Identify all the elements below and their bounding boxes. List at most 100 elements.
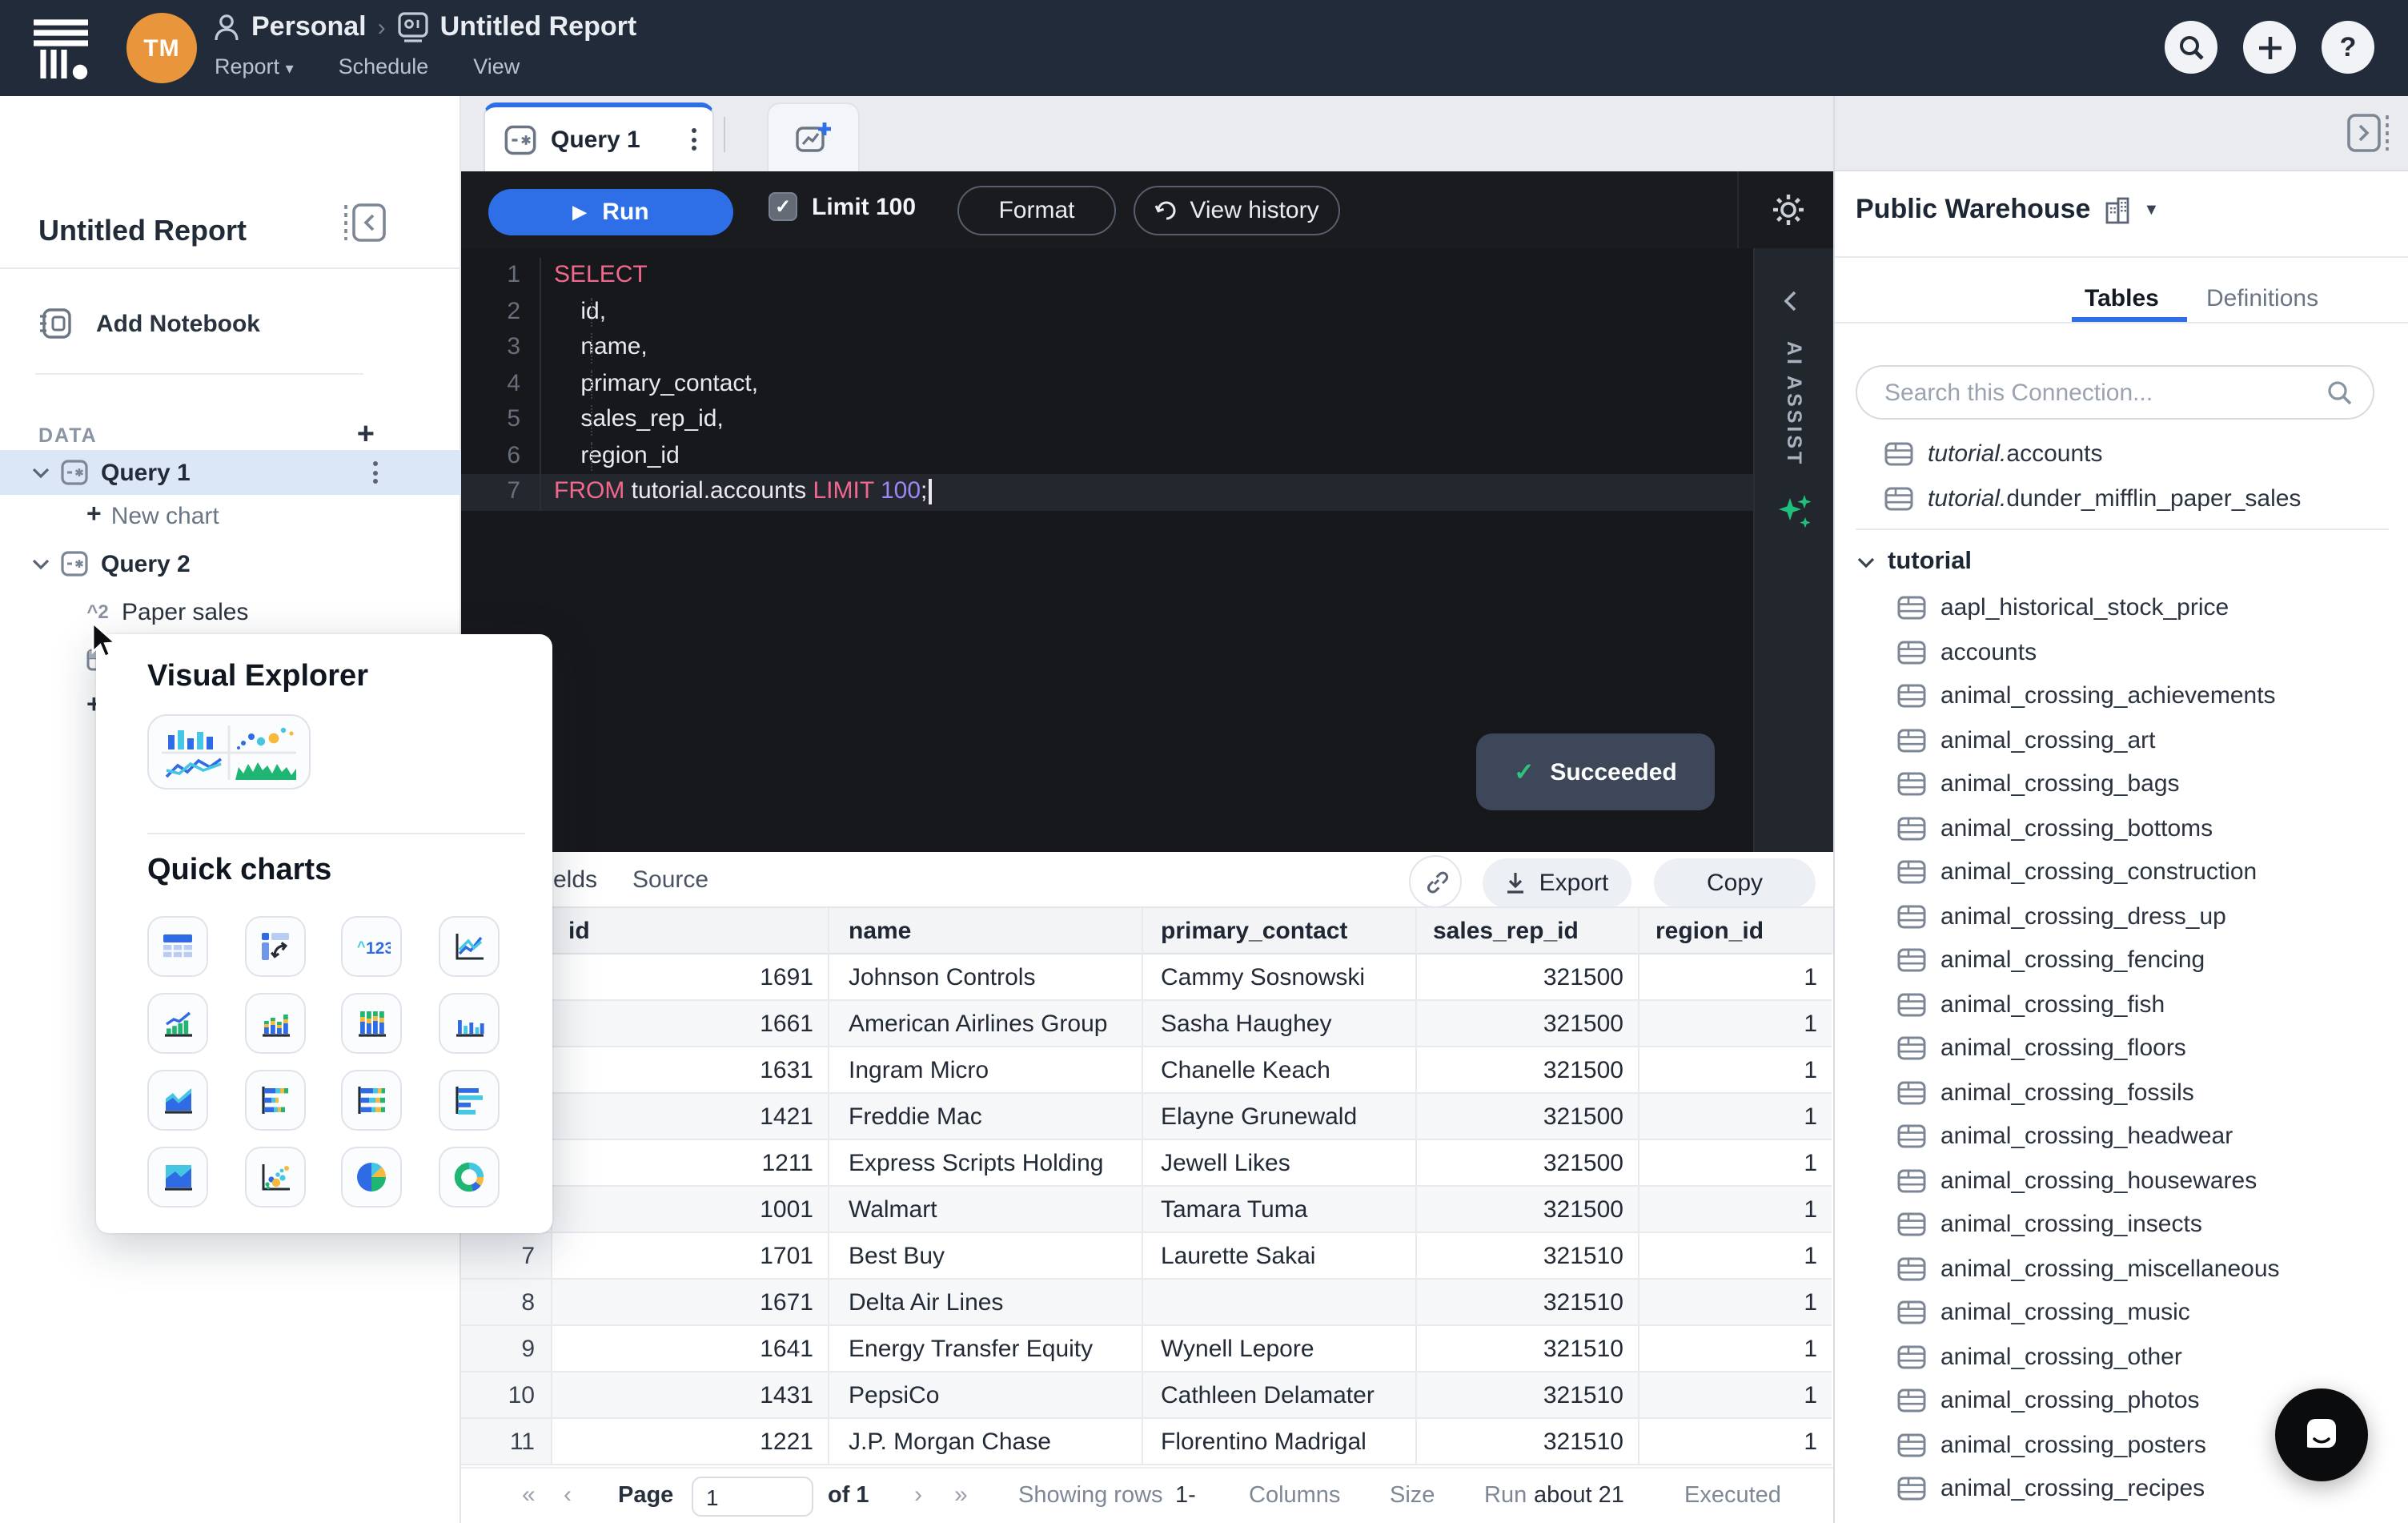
table-row[interactable]: 10 1431 PepsiCo Cathleen Delamater 321510 1	[461, 1372, 1833, 1419]
table-item-aapl_historical_stock_price[interactable]: aapl_historical_stock_price	[1835, 586, 2408, 630]
menu-report[interactable]: Report ▾	[215, 54, 294, 78]
column-header-id[interactable]: id	[552, 908, 829, 954]
limit-checkbox[interactable]: ✓	[769, 192, 797, 221]
table-item-animal_crossing_miscellaneous[interactable]: animal_crossing_miscellaneous	[1835, 1247, 2408, 1291]
new-chart-tab-button[interactable]	[767, 102, 860, 171]
query1-menu-icon[interactable]	[373, 461, 378, 484]
table-row[interactable]: 51211Express Scripts HoldingJewell Likes…	[461, 1140, 1833, 1187]
table-item-animal_crossing_housewares[interactable]: animal_crossing_housewares	[1835, 1159, 2408, 1203]
code-line[interactable]: 1 SELECT	[461, 258, 1753, 294]
column-header-region_id[interactable]: region_id	[1639, 908, 1832, 954]
last-page-button[interactable]: »	[954, 1469, 968, 1523]
table-item-animal_crossing_other[interactable]: animal_crossing_other	[1835, 1335, 2408, 1379]
chevron-down-icon[interactable]	[32, 558, 50, 569]
quick-chart-donut[interactable]	[438, 1147, 499, 1208]
quick-chart-area[interactable]	[147, 1070, 208, 1131]
menu-view[interactable]: View	[473, 54, 520, 78]
query1-new-chart-button[interactable]: + New chart	[0, 493, 461, 538]
breadcrumb-report-title[interactable]: Untitled Report	[440, 11, 637, 43]
breadcrumb-workspace[interactable]: Personal	[251, 11, 367, 43]
caret-down-icon[interactable]: ▼	[2143, 201, 2159, 219]
quick-chart-line-plus-bar[interactable]	[147, 993, 208, 1054]
search-button[interactable]	[2165, 21, 2217, 74]
table-row[interactable]: 9 1641 Energy Transfer Equity Wynell Lepore…	[461, 1326, 1833, 1372]
quick-chart-scatter[interactable]	[244, 1147, 305, 1208]
tab-menu-icon[interactable]	[692, 128, 696, 151]
code-line[interactable]: 6 region_id	[461, 438, 1753, 474]
pinned-table-item[interactable]: tutorial.dunder_mifflin_paper_sales	[1835, 476, 2408, 520]
ai-assist-panel[interactable]: AI ASSIST	[1753, 248, 1833, 852]
tab-tables[interactable]: Tables	[2085, 285, 2159, 312]
quick-chart-horizontal-bar[interactable]	[438, 1070, 499, 1131]
size-label[interactable]: Size	[1390, 1469, 1435, 1523]
table-item-animal_crossing_music[interactable]: animal_crossing_music	[1835, 1291, 2408, 1335]
tab-query1[interactable]: Query 1	[484, 102, 714, 171]
table-item-accounts[interactable]: accounts	[1835, 630, 2408, 674]
column-header-name[interactable]: name	[829, 908, 1143, 954]
next-page-button[interactable]: ›	[914, 1469, 922, 1523]
prev-page-button[interactable]: ‹	[564, 1469, 572, 1523]
quick-chart-stacked-bar[interactable]	[244, 1070, 305, 1131]
code-line[interactable]: 4 primary_contact,	[461, 366, 1753, 402]
sidebar-item-query2[interactable]: Query 2	[0, 541, 461, 586]
table-row[interactable]: 61001WalmartTamara Tuma3215001	[461, 1187, 1833, 1233]
table-item-animal_crossing_dress_up[interactable]: animal_crossing_dress_up	[1835, 894, 2408, 938]
menu-schedule[interactable]: Schedule	[339, 54, 429, 78]
table-item-animal_crossing_fossils[interactable]: animal_crossing_fossils	[1835, 1071, 2408, 1115]
tab-source[interactable]: Source	[632, 866, 708, 894]
sidebar-item-query1[interactable]: Query 1	[0, 450, 461, 495]
table-item-animal_crossing_achievements[interactable]: animal_crossing_achievements	[1835, 674, 2408, 718]
table-row[interactable]: 41421Freddie MacElayne Grunewald3215001	[461, 1094, 1833, 1140]
format-button[interactable]: Format	[957, 186, 1116, 235]
settings-button[interactable]	[1766, 187, 1811, 232]
chevron-left-icon[interactable]	[1782, 290, 1798, 312]
table-row[interactable]: 8 1671 Delta Air Lines 321510 1	[461, 1280, 1833, 1326]
quick-chart-big-number[interactable]: ^123	[341, 916, 402, 977]
quick-chart-table[interactable]	[147, 916, 208, 977]
schema-group-tutorial[interactable]: tutorial	[1835, 538, 2408, 586]
add-notebook-button[interactable]: Add Notebook	[38, 306, 260, 341]
quick-chart-pivot-table[interactable]	[244, 916, 305, 977]
table-row[interactable]: 1 1691Johnson ControlsCammy Sosnowski3215…	[461, 954, 1833, 1001]
table-item-animal_crossing_headwear[interactable]: animal_crossing_headwear	[1835, 1115, 2408, 1159]
column-header-sales_rep_id[interactable]: sales_rep_id	[1417, 908, 1639, 954]
first-page-button[interactable]: «	[522, 1469, 536, 1523]
code-lines[interactable]: 1 SELECT 2 id, 3 name, 4 primary_contact, 5 s…	[461, 258, 1753, 510]
expand-panel-icon[interactable]	[2346, 112, 2390, 154]
link-button[interactable]	[1409, 855, 1462, 908]
table-item-animal_crossing_bags[interactable]: animal_crossing_bags	[1835, 762, 2408, 806]
column-header-primary_contact[interactable]: primary_contact	[1143, 908, 1417, 954]
table-row[interactable]: 21661American Airlines GroupSasha Haughe…	[461, 1001, 1833, 1047]
add-button[interactable]	[2243, 21, 2296, 74]
search-input[interactable]	[1881, 377, 2314, 408]
code-line[interactable]: 2 id,	[461, 294, 1753, 330]
code-line[interactable]: 5 sales_rep_id,	[461, 402, 1753, 438]
columns-label[interactable]: Columns	[1249, 1469, 1340, 1523]
code-line[interactable]: 3 name,	[461, 330, 1753, 366]
mode-logo-icon[interactable]	[32, 16, 93, 80]
quick-chart-stacked-bar-100[interactable]	[341, 1070, 402, 1131]
view-history-button[interactable]: View history	[1134, 186, 1340, 235]
quick-chart-line[interactable]	[438, 916, 499, 977]
add-data-button[interactable]: +	[357, 420, 375, 450]
chevron-down-icon[interactable]	[32, 467, 50, 478]
connection-search[interactable]	[1856, 365, 2374, 420]
quick-chart-stacked-column[interactable]	[244, 993, 305, 1054]
code-line[interactable]: 7 FROM tutorial.accounts LIMIT 100;	[461, 474, 1753, 510]
table-item-animal_crossing_construction[interactable]: animal_crossing_construction	[1835, 850, 2408, 894]
pinned-table-item[interactable]: tutorial.accounts	[1835, 432, 2408, 476]
chat-launcher-button[interactable]	[2275, 1388, 2368, 1481]
table-item-animal_crossing_floors[interactable]: animal_crossing_floors	[1835, 1027, 2408, 1071]
collapse-sidebar-icon[interactable]	[343, 202, 387, 243]
quick-chart-area-100[interactable]	[147, 1147, 208, 1208]
table-row[interactable]: 31631Ingram MicroChanelle Keach3215001	[461, 1047, 1833, 1094]
table-item-animal_crossing_art[interactable]: animal_crossing_art	[1835, 718, 2408, 762]
quick-chart-stacked-column-100[interactable]	[341, 993, 402, 1054]
page-input[interactable]	[692, 1477, 813, 1517]
export-button[interactable]: Export	[1483, 858, 1631, 908]
tab-definitions[interactable]: Definitions	[2206, 285, 2318, 312]
table-row[interactable]: 7 1701 Best Buy Laurette Sakai 321510 1	[461, 1233, 1833, 1280]
table-item-animal_crossing_bottoms[interactable]: animal_crossing_bottoms	[1835, 806, 2408, 850]
quick-chart-pie[interactable]	[341, 1147, 402, 1208]
table-item-animal_crossing_fencing[interactable]: animal_crossing_fencing	[1835, 938, 2408, 983]
